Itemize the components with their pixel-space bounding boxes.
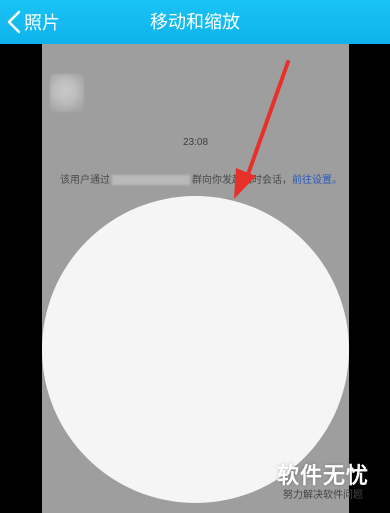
page-title: 移动和缩放 <box>150 12 240 32</box>
message-time: 23:08 <box>182 137 209 148</box>
watermark: 软件无忧 努力解决软件问题 <box>264 463 382 503</box>
navigation-bar: 照片 移动和缩放 <box>0 0 390 44</box>
system-message: 该用户通过 群向你发起临时会话，前往设置。 <box>60 174 349 188</box>
system-message-middle: 群向你发起临时会话， <box>192 175 292 186</box>
blurred-group-name <box>112 175 190 186</box>
settings-link[interactable]: 前往设置。 <box>292 175 342 186</box>
watermark-title: 软件无忧 <box>276 463 369 488</box>
blurred-avatar <box>50 74 84 112</box>
crop-circle[interactable] <box>42 196 349 503</box>
system-message-prefix: 该用户通过 <box>60 175 110 186</box>
watermark-subtitle: 努力解决软件问题 <box>283 490 363 501</box>
